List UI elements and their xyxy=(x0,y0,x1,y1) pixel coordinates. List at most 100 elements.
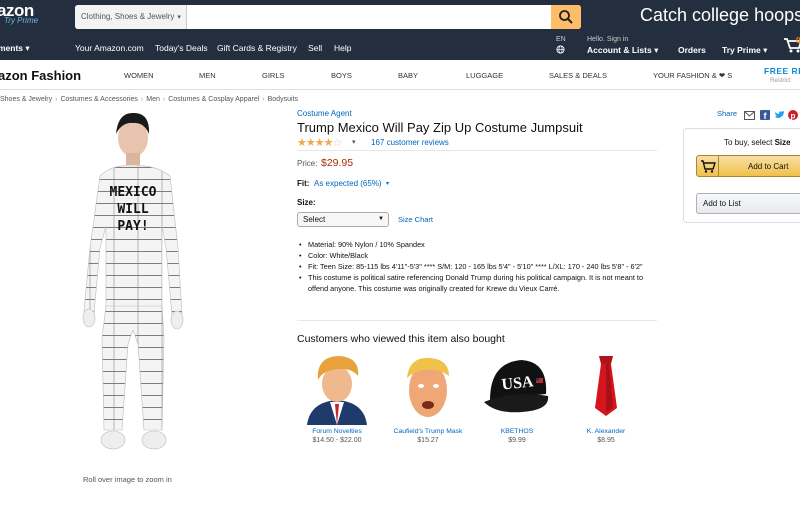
price-value: $29.95 xyxy=(321,157,354,169)
divider xyxy=(297,150,657,151)
restrictions-text: Restrict xyxy=(770,78,791,84)
nav-link-gift-cards[interactable]: Gift Cards & Registry xyxy=(217,43,297,53)
email-icon[interactable] xyxy=(744,107,755,125)
star-icon: ★ xyxy=(314,137,325,149)
star-empty-icon: ☆ xyxy=(332,137,343,149)
search-department-select[interactable]: Clothing, Shoes & Jewelry ▾ xyxy=(75,5,187,29)
breadcrumb-item[interactable]: Costumes & Cosplay Apparel xyxy=(168,96,259,103)
also-bought-name[interactable]: Caufield's Trump Mask xyxy=(383,428,473,435)
star-half-icon: ★ xyxy=(323,137,334,149)
breadcrumb-item[interactable]: Men xyxy=(146,96,160,103)
breadcrumb: Shoes & Jewelry › Costumes & Accessories › M… xyxy=(0,96,298,103)
try-prime-link[interactable]: Try Prime xyxy=(4,16,38,25)
divider xyxy=(297,320,657,321)
fit-link[interactable]: As expected (65%) xyxy=(314,179,382,188)
also-bought-item[interactable]: K. Alexander $8.95 xyxy=(561,350,651,444)
also-bought-price: $14.50 - $22.00 xyxy=(312,437,362,444)
chevron-down-icon: ▾ xyxy=(25,43,30,53)
store-title[interactable]: azon Fashion xyxy=(0,68,81,83)
star-rating[interactable]: ★★★★☆ xyxy=(297,136,343,149)
subnav-luggage[interactable]: LUGGAGE xyxy=(466,71,503,80)
subnav-your-fashion[interactable]: YOUR FASHION & ❤ S xyxy=(653,71,732,80)
add-to-cart-button[interactable]: Add to Cart xyxy=(696,155,800,177)
zoom-hint: Roll over image to zoom in xyxy=(83,475,172,484)
cart-icon xyxy=(697,156,719,176)
feature-bullet: Material: 90% Nylon / 10% Spandex xyxy=(297,239,657,250)
chevron-down-icon[interactable]: ▾ xyxy=(352,138,356,146)
costume-text-line-2: WILL xyxy=(117,202,148,217)
nav-link-help[interactable]: Help xyxy=(334,43,351,53)
facebook-icon[interactable]: f xyxy=(760,107,770,125)
also-bought-item[interactable]: USA KBETHOS $9.99 xyxy=(472,350,562,444)
also-bought-name[interactable]: Forum Novelties xyxy=(292,428,382,435)
nav-link-your-amazon[interactable]: Your Amazon.com xyxy=(75,43,144,53)
greeting-text: Hello. Sign in xyxy=(587,36,629,43)
subnav-sales-deals[interactable]: SALES & DEALS xyxy=(549,71,607,80)
twitter-icon[interactable] xyxy=(774,107,785,125)
search-icon xyxy=(559,10,573,24)
product-title: Trump Mexico Will Pay Zip Up Costume Jum… xyxy=(297,120,583,135)
brand-link[interactable]: Costume Agent xyxy=(297,109,352,118)
departments-menu[interactable]: ments ▾ xyxy=(0,43,30,54)
reviews-link[interactable]: 167 customer reviews xyxy=(371,138,449,147)
subnav-women[interactable]: WOMEN xyxy=(124,71,154,80)
search-bar: Clothing, Shoes & Jewelry ▾ xyxy=(75,5,581,29)
feature-bullets: Material: 90% Nylon / 10% Spandex Color:… xyxy=(297,239,657,294)
chevron-down-icon: ▼ xyxy=(378,216,384,222)
trump-wig-image[interactable] xyxy=(302,350,372,425)
chevron-down-icon[interactable]: ▾ xyxy=(386,180,389,187)
costume-text-line-3: PAY! xyxy=(117,219,148,234)
size-select[interactable]: Select ▼ xyxy=(297,212,389,227)
nav-bottom-bar: ments ▾ Your Amazon.com Today's Deals Gi… xyxy=(0,34,800,60)
chevron-down-icon: ▾ xyxy=(654,45,659,55)
nav-link-sell[interactable]: Sell xyxy=(308,43,322,53)
costume-text-line-1: MEXICO xyxy=(110,185,157,200)
breadcrumb-item[interactable]: Shoes & Jewelry xyxy=(0,96,52,103)
usa-hat-image[interactable]: USA xyxy=(482,350,552,425)
try-prime-menu[interactable]: Try Prime ▾ xyxy=(722,45,767,56)
feature-bullet: This costume is political satire referen… xyxy=(297,272,657,294)
also-bought-title: Customers who viewed this item also boug… xyxy=(297,333,505,345)
chevron-down-icon: ▾ xyxy=(177,14,181,21)
share-label: Share xyxy=(717,109,738,118)
subnav-girls[interactable]: GIRLS xyxy=(262,71,285,80)
feature-bullet: Fit: Teen Size: 85-115 lbs 4'11"-5'3" **… xyxy=(297,261,657,272)
trump-mask-image[interactable] xyxy=(393,350,463,425)
product-image[interactable]: MEXICO WILL PAY! xyxy=(78,108,198,460)
also-bought-price: $8.95 xyxy=(597,437,615,444)
hat-text: USA xyxy=(501,373,535,393)
also-bought-price: $9.99 xyxy=(508,437,526,444)
also-bought-name[interactable]: K. Alexander xyxy=(561,428,651,435)
promo-banner[interactable]: Catch college hoops f xyxy=(640,5,800,26)
nav-link-todays-deals[interactable]: Today's Deals xyxy=(155,43,208,53)
language-label[interactable]: EN xyxy=(556,36,566,43)
breadcrumb-item[interactable]: Bodysuits xyxy=(268,96,298,103)
buy-box-instruction: To buy, select Size xyxy=(724,138,791,147)
feature-bullet: Color: White/Black xyxy=(297,250,657,261)
also-bought-item[interactable]: Caufield's Trump Mask $15.27 xyxy=(383,350,473,444)
star-icon: ★ xyxy=(297,137,307,149)
breadcrumb-item[interactable]: Costumes & Accessories xyxy=(60,96,137,103)
size-chart-link[interactable]: Size Chart xyxy=(398,215,433,224)
fashion-subnav: azon Fashion WOMEN MEN GIRLS BOYS BABY L… xyxy=(0,60,800,90)
fit-label: Fit: xyxy=(297,179,310,188)
subnav-men[interactable]: MEN xyxy=(199,71,216,80)
search-button[interactable] xyxy=(551,5,581,29)
subnav-boys[interactable]: BOYS xyxy=(331,71,352,80)
globe-icon[interactable] xyxy=(556,45,565,56)
chevron-down-icon: ▾ xyxy=(763,45,768,55)
add-to-list-button[interactable]: Add to List xyxy=(696,193,800,214)
star-icon: ★ xyxy=(305,137,316,149)
cart-count: 0 xyxy=(796,36,800,45)
search-input[interactable] xyxy=(188,5,548,29)
account-lists-menu[interactable]: Account & Lists ▾ xyxy=(587,45,658,56)
also-bought-item[interactable]: Forum Novelties $14.50 - $22.00 xyxy=(292,350,382,444)
nav-top-bar: azon Try Prime Clothing, Shoes & Jewelry… xyxy=(0,0,800,34)
also-bought-name[interactable]: KBETHOS xyxy=(472,428,562,435)
pinterest-icon[interactable]: p xyxy=(788,107,798,125)
orders-link[interactable]: Orders xyxy=(678,45,706,55)
subnav-baby[interactable]: BABY xyxy=(398,71,418,80)
size-label: Size: xyxy=(297,198,316,207)
red-tie-image[interactable] xyxy=(571,350,641,425)
free-returns-link[interactable]: FREE RE xyxy=(764,66,800,76)
